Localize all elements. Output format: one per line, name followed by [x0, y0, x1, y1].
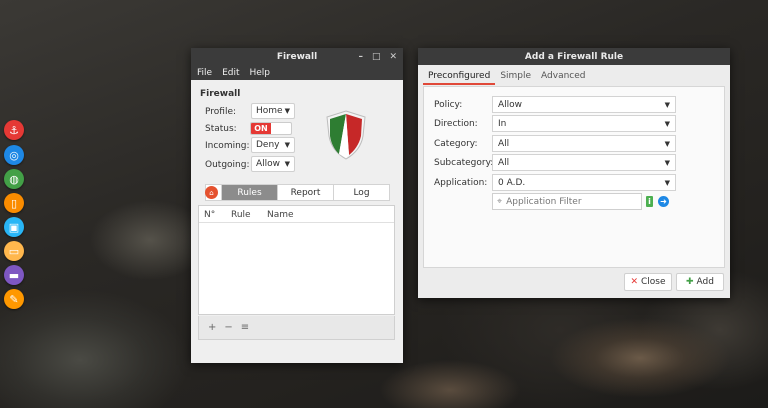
status-label: Status:: [205, 124, 237, 134]
firewall-heading: Firewall: [200, 89, 241, 99]
tab-rules[interactable]: Rules: [222, 185, 278, 200]
folder-icon[interactable]: ▬: [4, 265, 24, 285]
profile-select[interactable]: Home ▼: [251, 103, 295, 119]
application-label: Application:: [434, 178, 488, 188]
direction-select[interactable]: In ▼: [492, 115, 676, 132]
add-button[interactable]: ✚ Add: [676, 273, 724, 291]
menu-file[interactable]: File: [197, 68, 212, 78]
incoming-value: Deny: [256, 140, 280, 150]
home-icon[interactable]: ⌂: [205, 186, 218, 199]
edit-rule-button[interactable]: ≡: [241, 322, 249, 333]
table-header: N° Rule Name: [199, 206, 394, 223]
application-select[interactable]: 0 A.D. ▼: [492, 174, 676, 191]
chevron-down-icon: ▼: [664, 140, 670, 148]
browser-icon[interactable]: ◎: [4, 145, 24, 165]
status-on: ON: [251, 123, 271, 134]
profile-label: Profile:: [205, 107, 237, 117]
outgoing-label: Outgoing:: [205, 160, 250, 170]
rules-toolbar: + − ≡: [198, 316, 395, 340]
add-button-label: Add: [696, 277, 714, 287]
incoming-select[interactable]: Deny ▼: [251, 137, 295, 153]
subcategory-label: Subcategory:: [434, 158, 494, 168]
globe-icon[interactable]: ◍: [4, 169, 24, 189]
close-button-label: Close: [641, 277, 666, 287]
firewall-tabs: Rules Report Log: [205, 184, 390, 201]
tab-simple[interactable]: Simple: [495, 69, 536, 85]
subcategory-value: All: [498, 157, 510, 168]
filter-icon: ⌖: [497, 196, 503, 207]
outgoing-value: Allow: [256, 159, 281, 169]
remove-rule-button[interactable]: −: [224, 322, 232, 333]
policy-select[interactable]: Allow ▼: [492, 96, 676, 113]
shield-icon: [326, 110, 366, 160]
menu-edit[interactable]: Edit: [222, 68, 239, 78]
status-toggle[interactable]: ON: [250, 122, 292, 135]
minimize-icon[interactable]: –: [358, 52, 363, 62]
policy-value: Allow: [498, 99, 523, 110]
rules-table[interactable]: N° Rule Name: [198, 205, 395, 315]
policy-label: Policy:: [434, 100, 463, 110]
add-plus-icon: ✚: [686, 277, 694, 287]
profile-value: Home: [256, 106, 283, 116]
chevron-down-icon: ▼: [664, 179, 670, 187]
rule-type-tabs: Preconfigured Simple Advanced: [423, 69, 591, 85]
column-rule[interactable]: Rule: [231, 210, 251, 220]
maximize-icon[interactable]: □: [372, 52, 381, 62]
add-rule-button[interactable]: +: [208, 322, 216, 333]
menubar: File Edit Help: [191, 65, 403, 80]
tab-preconfigured[interactable]: Preconfigured: [423, 69, 496, 85]
dialog-title: Add a Firewall Rule: [524, 51, 624, 62]
chevron-down-icon: ▼: [284, 107, 290, 115]
chevron-down-icon: ▼: [284, 160, 290, 168]
category-value: All: [498, 138, 510, 149]
tab-report[interactable]: Report: [278, 185, 334, 200]
chevron-down-icon: ▼: [664, 101, 670, 109]
edit-icon[interactable]: ✎: [4, 289, 24, 309]
subcategory-select[interactable]: All ▼: [492, 154, 676, 171]
firewall-titlebar[interactable]: Firewall – □ ✕: [191, 48, 403, 65]
application-value: 0 A.D.: [498, 177, 526, 188]
info-icon[interactable]: i: [646, 196, 653, 207]
outgoing-select[interactable]: Allow ▼: [251, 156, 295, 172]
filter-placeholder: Application Filter: [506, 196, 582, 207]
column-name[interactable]: Name: [267, 210, 294, 220]
menu-help[interactable]: Help: [250, 68, 271, 78]
tab-advanced[interactable]: Advanced: [536, 69, 590, 85]
chevron-down-icon: ▼: [664, 159, 670, 167]
column-number[interactable]: N°: [204, 210, 215, 220]
go-icon[interactable]: ➜: [658, 196, 669, 207]
chevron-down-icon: ▼: [284, 141, 290, 149]
add-rule-titlebar[interactable]: Add a Firewall Rule: [418, 48, 730, 65]
incoming-label: Incoming:: [205, 141, 250, 151]
chevron-down-icon: ▼: [664, 120, 670, 128]
add-rule-window: Add a Firewall Rule Preconfigured Simple…: [418, 48, 730, 298]
category-select[interactable]: All ▼: [492, 135, 676, 152]
application-filter-input[interactable]: ⌖ Application Filter: [492, 193, 642, 210]
files-icon[interactable]: ▭: [4, 241, 24, 261]
close-x-icon: ✕: [630, 277, 638, 287]
direction-label: Direction:: [434, 119, 478, 129]
category-label: Category:: [434, 139, 478, 149]
window-icon[interactable]: ▣: [4, 217, 24, 237]
direction-value: In: [498, 118, 507, 129]
window-title: Firewall: [276, 51, 318, 62]
tab-log[interactable]: Log: [334, 185, 389, 200]
close-icon[interactable]: ✕: [389, 52, 397, 62]
preconfigured-panel: Policy: Allow ▼ Direction: In ▼ Category…: [423, 86, 725, 268]
anchor-icon[interactable]: ⚓: [4, 120, 24, 140]
firewall-window: Firewall – □ ✕ File Edit Help Firewall P…: [191, 48, 403, 363]
phone-icon[interactable]: ▯: [4, 193, 24, 213]
close-button[interactable]: ✕ Close: [624, 273, 672, 291]
